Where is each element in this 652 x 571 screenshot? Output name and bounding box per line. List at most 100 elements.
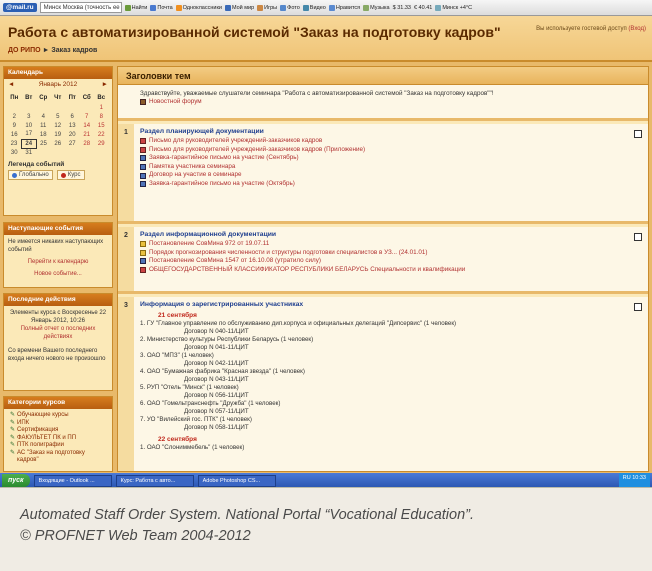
calendar-next-button[interactable]: ► — [102, 81, 108, 88]
calendar-title: Календарь — [4, 67, 112, 79]
resource-link[interactable]: Постановление СовМина 972 от 19.07.11 — [140, 240, 622, 249]
calendar-day[interactable]: 5 — [51, 112, 65, 121]
new-event-link[interactable]: Новое событие... — [8, 270, 108, 278]
resource-link[interactable]: Заявка-гарантийное письмо на участие (Се… — [140, 154, 622, 163]
calendar-day[interactable]: 22 — [94, 130, 109, 139]
category-item[interactable]: ✎ Сертификация — [8, 427, 108, 435]
category-icon: ✎ — [10, 449, 16, 456]
recent-since: Элементы курса с Воскресенье 22 Январь 2… — [9, 310, 107, 324]
calendar-day[interactable]: 23 — [7, 139, 22, 148]
weather-widget[interactable]: Минск +4°C — [435, 4, 472, 11]
calendar-day[interactable]: 1 — [94, 103, 109, 112]
category-item[interactable]: ✎ Обучающие курсы — [8, 412, 108, 420]
section-toggle-checkbox[interactable] — [634, 233, 642, 241]
calendar-day[interactable]: 3 — [22, 112, 37, 121]
legend-course-button[interactable]: Курс — [56, 170, 85, 180]
go-to-calendar-link[interactable]: Перейти к календарю — [8, 258, 108, 266]
calendar-day[interactable]: 19 — [51, 130, 65, 139]
windows-taskbar: пуск Входящие - Outlook ... Курс: Работа… — [0, 473, 652, 487]
calendar-day[interactable]: 6 — [65, 112, 79, 121]
section-number: 3 — [118, 297, 134, 471]
calendar-month[interactable]: Январь 2012 — [39, 81, 78, 88]
resource-link[interactable]: Договор на участие в семинаре — [140, 171, 622, 180]
folder-icon — [140, 241, 146, 248]
calendar-day[interactable]: 25 — [36, 139, 51, 148]
calendar-empty-cell — [51, 148, 65, 157]
calendar-day[interactable]: 2 — [7, 112, 22, 121]
taskbar-browser[interactable]: Курс: Работа с авто... — [115, 474, 194, 487]
calendar-day[interactable]: 27 — [65, 139, 79, 148]
calendar-day[interactable]: 12 — [51, 121, 65, 130]
bookmark-photo[interactable]: Фото — [280, 4, 300, 11]
calendar-day[interactable]: 18 — [36, 130, 51, 139]
calendar-day[interactable]: 26 — [51, 139, 65, 148]
calendar-day[interactable]: 13 — [65, 121, 79, 130]
address-field[interactable]: Минск Москва (точность ее — [39, 2, 122, 13]
category-item[interactable]: ✎ АС "Заказ на подготовку кадров" — [8, 450, 108, 465]
calendar-empty-cell — [51, 103, 65, 112]
bookmark-odnoklassniki[interactable]: Одноклассники — [175, 4, 222, 11]
calendar-day[interactable]: 9 — [7, 121, 22, 130]
resource-link[interactable]: ОБЩЕГОСУДАРСТВЕННЫЙ КЛАССИФИКАТОР РЕСПУБ… — [140, 266, 622, 275]
calendar-day[interactable]: 28 — [79, 139, 94, 148]
full-report-link[interactable]: Полный отчет о последних действиях — [21, 326, 96, 340]
calendar-day[interactable]: 20 — [65, 130, 79, 139]
taskbar-photoshop[interactable]: Adobe Photoshop CS... — [197, 474, 276, 487]
calendar-day[interactable]: 15 — [94, 121, 109, 130]
resource-link[interactable]: Постановление СовМина 1547 от 16.10.08 (… — [140, 257, 622, 266]
login-link[interactable]: (Вход) — [628, 26, 646, 32]
calendar-prev-button[interactable]: ◄ — [8, 81, 14, 88]
calendar-day[interactable]: 31 — [22, 148, 37, 157]
calendar-day[interactable]: 14 — [79, 121, 94, 130]
calendar-day[interactable]: 11 — [36, 121, 51, 130]
calendar-empty-cell — [7, 103, 22, 112]
calendar-day[interactable]: 24 — [21, 138, 37, 149]
start-button[interactable]: пуск — [2, 474, 30, 487]
contract-number: Договор N 042-11/ЦИТ — [184, 360, 249, 367]
section-title: Раздел планирующей документации — [140, 128, 264, 135]
participant-entry: 5. РУП "Отель "Минск" (1 человек) — [140, 384, 239, 391]
calendar-day[interactable]: 30 — [7, 148, 22, 157]
find-button[interactable]: Найти — [124, 4, 147, 11]
bookmark-my-world[interactable]: Мой мир — [224, 4, 254, 11]
calendar-day[interactable]: 10 — [22, 121, 37, 130]
taskbar-outlook[interactable]: Входящие - Outlook ... — [33, 474, 112, 487]
date-heading: 21 сентября — [158, 312, 197, 319]
calendar-day[interactable]: 17 — [22, 130, 37, 139]
bookmark-video[interactable]: Видео — [302, 4, 326, 11]
bookmark-likes[interactable]: Нравится — [328, 4, 360, 11]
news-forum-link[interactable]: Новостной форум — [140, 98, 622, 107]
calendar-day[interactable]: 21 — [79, 130, 94, 139]
usd-rate[interactable]: $ 31.33 — [393, 5, 411, 11]
bookmark-games[interactable]: Игры — [257, 4, 277, 11]
calendar-day[interactable]: 4 — [36, 112, 51, 121]
legend-global-button[interactable]: Глобально — [8, 170, 53, 180]
resource-link[interactable]: Порядок прогнозирования численности и ст… — [140, 249, 622, 258]
resource-link[interactable]: Заявка-гарантийное письмо на участие (Ок… — [140, 180, 622, 189]
pdf-icon — [140, 146, 146, 153]
date-heading: 22 сентября — [158, 436, 197, 443]
mail-logo[interactable]: @mail.ru — [3, 3, 37, 12]
resource-link[interactable]: Памятка участника семинара — [140, 163, 622, 172]
section-toggle-checkbox[interactable] — [634, 303, 642, 311]
calendar-day[interactable]: 16 — [7, 130, 22, 139]
bookmark-mail[interactable]: Почта — [150, 4, 173, 11]
system-tray[interactable]: RU 10:33 — [618, 473, 650, 487]
breadcrumb-separator: ► — [42, 47, 50, 54]
eur-rate[interactable]: € 40.41 — [414, 5, 432, 11]
category-item[interactable]: ✎ ИПК — [8, 420, 108, 428]
bookmark-music[interactable]: Музыка — [363, 4, 390, 11]
section-toggle-checkbox[interactable] — [634, 130, 642, 138]
section-number: 1 — [118, 124, 134, 221]
legend-title: Легенда событий — [8, 161, 65, 168]
category-item[interactable]: ✎ ФАКУЛЬТЕТ ПК и ПП — [8, 435, 108, 443]
resource-link[interactable]: Письмо для руководителей учреждений-зака… — [140, 146, 622, 155]
calendar-day[interactable]: 29 — [94, 139, 109, 148]
calendar-day[interactable]: 7 — [79, 112, 94, 121]
calendar-day[interactable]: 8 — [94, 112, 109, 121]
resource-link[interactable]: Письмо для руководителей учреждений-зака… — [140, 137, 622, 146]
upcoming-title: Наступающие события — [4, 223, 112, 235]
category-item[interactable]: ✎ ПТК полиграфии — [8, 442, 108, 450]
breadcrumb-root[interactable]: ДО РИПО — [8, 47, 41, 54]
upcoming-events-block: Наступающие события Не имеется никаких н… — [3, 222, 113, 288]
